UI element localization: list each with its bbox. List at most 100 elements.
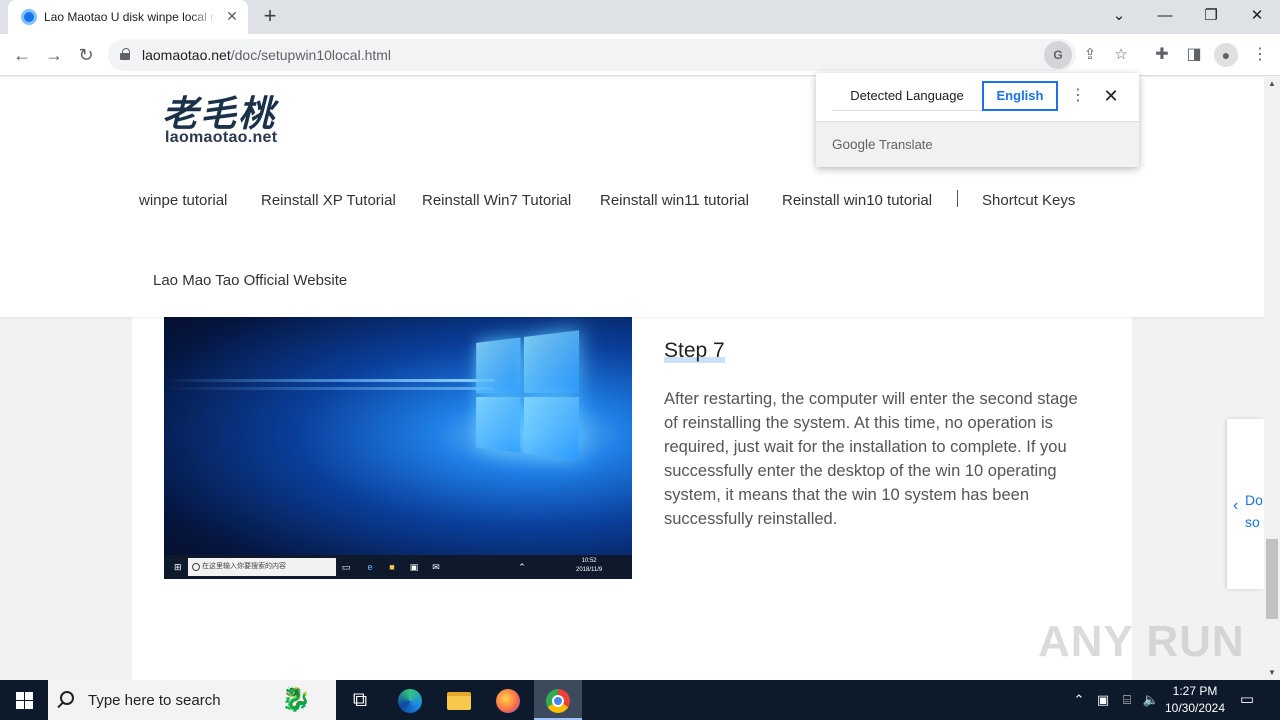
screenshot-start-icon: ⊞ <box>174 562 182 572</box>
windows-logo-icon <box>16 692 24 700</box>
reload-button[interactable]: ↻ <box>73 42 99 68</box>
article-content: ⊞ 在这里输入你要搜索的内容 ▭ e ■ ▣ ✉ ⌃ 10:52 2018/11/… <box>132 317 1132 680</box>
url-domain: laomaotao.net <box>142 47 231 63</box>
step-description: After restarting, the computer will ente… <box>664 390 1078 528</box>
scroll-up-icon[interactable]: ▲ <box>1264 77 1280 91</box>
nav-winpe-tutorial[interactable]: winpe tutorial <box>139 192 227 209</box>
side-widget-line-1: Do <box>1245 492 1263 508</box>
network-icon[interactable]: ⌸ <box>1118 690 1136 710</box>
tray-app-icon[interactable]: ▣ <box>1094 690 1112 710</box>
windows-logo-pane <box>25 692 33 700</box>
address-bar[interactable]: laomaotao.net/doc/setupwin10local.html G… <box>108 39 1128 71</box>
search-highlight-icon: 🐉 <box>281 686 311 713</box>
windows-logo-icon <box>476 330 583 465</box>
new-tab-button[interactable]: + <box>258 5 282 29</box>
windows-logo-pane <box>25 701 33 709</box>
page-scrollbar[interactable]: ▲ ▼ <box>1264 77 1280 680</box>
nav-divider <box>957 190 958 207</box>
screenshot-edge-icon: e <box>367 562 373 572</box>
chrome-menu-icon[interactable]: ⋮ <box>1247 42 1273 68</box>
restore-button[interactable]: ❐ <box>1199 4 1223 28</box>
browser-toolbar: ← → ↻ laomaotao.net/doc/setupwin10local.… <box>0 34 1280 76</box>
share-icon[interactable]: ⇪ <box>1076 41 1104 69</box>
site-favicon-icon <box>21 9 37 25</box>
scrollbar-thumb[interactable] <box>1266 539 1278 619</box>
chrome-icon <box>546 688 570 713</box>
translate-icon[interactable]: G <box>1044 41 1072 69</box>
close-window-button[interactable]: ✕ <box>1245 4 1269 28</box>
minimize-button[interactable]: — <box>1153 4 1177 28</box>
bookmark-star-icon[interactable]: ☆ <box>1107 41 1135 69</box>
win10-desktop-screenshot: ⊞ 在这里输入你要搜索的内容 ▭ e ■ ▣ ✉ ⌃ 10:52 2018/11/… <box>164 317 632 579</box>
screenshot-clock: 10:52 2018/11/9 <box>576 557 602 575</box>
lock-icon[interactable] <box>120 48 130 60</box>
folder-icon <box>447 691 471 710</box>
anyrun-watermark: ANY RUN <box>1038 617 1245 666</box>
file-explorer-taskbar-button[interactable] <box>435 680 483 720</box>
nav-reinstall-win10[interactable]: Reinstall win10 tutorial <box>782 192 932 209</box>
screenshot-taskview-icon: ▭ <box>341 562 351 572</box>
scroll-down-icon[interactable]: ▼ <box>1264 666 1280 680</box>
search-icon <box>60 691 74 705</box>
taskbar-search-placeholder: Type here to search <box>88 692 221 709</box>
chevron-left-icon[interactable]: ‹ <box>1233 497 1238 515</box>
screenshot-tray-icon: ⌃ <box>518 562 526 572</box>
back-button[interactable]: ← <box>9 42 35 68</box>
edge-icon <box>398 688 422 713</box>
start-button[interactable] <box>0 680 48 720</box>
windows-logo-pane <box>16 701 24 709</box>
tab-title: Lao Maotao U disk winpe local reinstall <box>44 10 216 24</box>
nav-official-website[interactable]: Lao Mao Tao Official Website <box>153 272 347 289</box>
nav-reinstall-xp[interactable]: Reinstall XP Tutorial <box>261 192 396 209</box>
url-path: /doc/setupwin10local.html <box>230 47 392 63</box>
screenshot-mail-icon: ✉ <box>432 562 440 572</box>
nav-reinstall-win7[interactable]: Reinstall Win7 Tutorial <box>422 192 571 209</box>
browser-tab[interactable]: Lao Maotao U disk winpe local reinstall … <box>8 0 248 34</box>
clock-time: 1:27 PM <box>1172 684 1218 698</box>
side-widget-line-2: so <box>1245 514 1260 530</box>
forward-button[interactable]: → <box>41 42 67 68</box>
screenshot-taskbar: ⊞ 在这里输入你要搜索的内容 ▭ e ■ ▣ ✉ ⌃ 10:52 2018/11/… <box>164 555 632 579</box>
firefox-icon <box>496 688 520 713</box>
light-beam <box>164 387 494 390</box>
translate-footer: Google Translate <box>816 121 1139 167</box>
screenshot-search-box: 在这里输入你要搜索的内容 <box>188 558 336 576</box>
side-widget-text[interactable]: Do so <box>1245 489 1263 533</box>
nav-reinstall-win11[interactable]: Reinstall win11 tutorial <box>600 192 749 209</box>
nav-shortcut-keys[interactable]: Shortcut Keys <box>982 192 1075 209</box>
profile-avatar-icon[interactable]: ● <box>1214 43 1238 67</box>
tab-search-icon[interactable]: ⌄ <box>1107 4 1131 28</box>
google-translate-brand: Google Translate <box>832 137 933 152</box>
firefox-taskbar-button[interactable] <box>484 680 532 720</box>
edge-taskbar-button[interactable] <box>386 680 434 720</box>
translate-brand-text: Translate <box>878 137 933 152</box>
extensions-puzzle-icon[interactable]: ✚ <box>1149 42 1175 68</box>
google-brand-text: Google <box>832 137 876 152</box>
light-beam <box>164 379 494 382</box>
english-language-tab[interactable]: English <box>982 81 1058 111</box>
site-logo-domain[interactable]: laomaotao.net <box>165 129 277 147</box>
tab-strip: Lao Maotao U disk winpe local reinstall … <box>0 0 1280 34</box>
page-viewport: 老毛桃 laomaotao.net winpe tutorial Reinsta… <box>0 77 1264 680</box>
task-view-button[interactable]: ⧉ <box>336 680 384 720</box>
translate-more-icon[interactable]: ⋮ <box>1070 85 1086 107</box>
screenshot-date: 2018/11/9 <box>576 567 603 573</box>
floating-side-widget[interactable]: ‹ Do so <box>1227 419 1264 589</box>
screenshot-folder-icon: ■ <box>389 562 395 572</box>
translate-close-icon[interactable]: ✕ <box>1100 85 1122 107</box>
detected-language-tab[interactable]: Detected Language <box>832 81 982 111</box>
tab-close-icon[interactable]: ✕ <box>224 8 240 24</box>
volume-icon[interactable]: 🔈 <box>1142 690 1160 710</box>
translate-popup: Detected Language English ⋮ ✕ Google Tra… <box>816 73 1139 167</box>
clock-date: 10/30/2024 <box>1164 701 1226 715</box>
taskbar-search-box[interactable]: Type here to search 🐉 <box>48 680 336 720</box>
taskbar-clock[interactable]: 1:27 PM 10/30/2024 <box>1160 683 1230 717</box>
notification-icon[interactable]: ▭ <box>1236 690 1258 710</box>
url-text: laomaotao.net/doc/setupwin10local.html <box>142 47 391 63</box>
chrome-taskbar-button[interactable] <box>534 680 582 720</box>
side-panel-icon[interactable]: ◨ <box>1181 42 1207 68</box>
screenshot-time: 10:52 <box>581 558 597 564</box>
windows-taskbar: Type here to search 🐉 ⧉ ⌃ ▣ ⌸ 🔈 1:27 PM … <box>0 680 1280 720</box>
tray-overflow-icon[interactable]: ⌃ <box>1070 690 1088 710</box>
screenshot-store-icon: ▣ <box>409 562 419 572</box>
